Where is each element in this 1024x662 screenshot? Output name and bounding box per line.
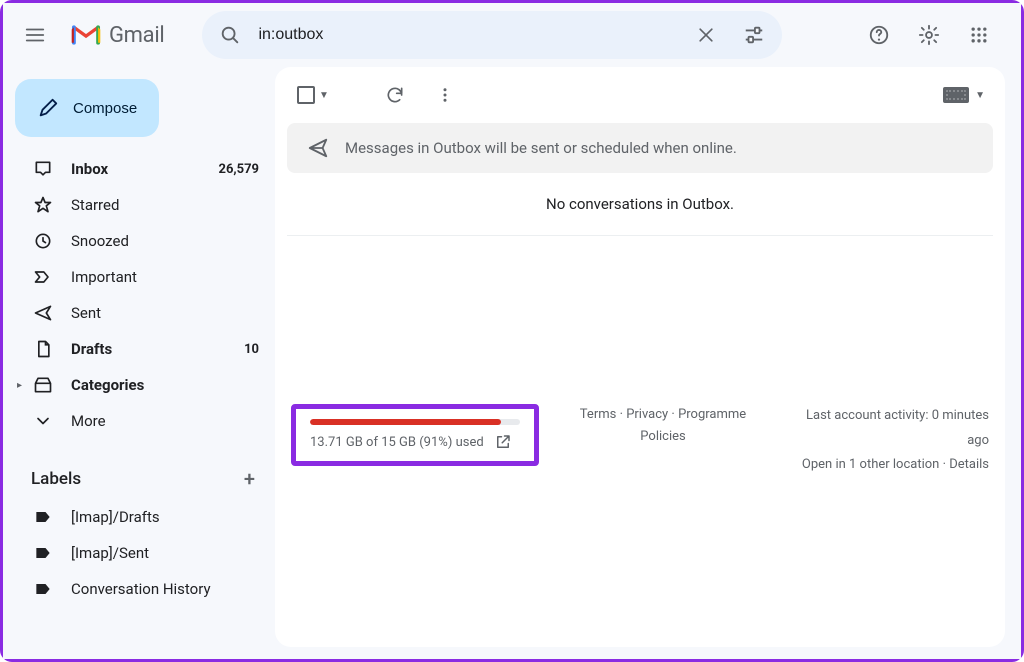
close-icon [696, 25, 716, 45]
chevron-down-icon: ▼ [975, 90, 985, 101]
label-text: Conversation History [71, 580, 259, 598]
sidebar: Compose Inbox 26,579 Starred Snoozed Importa… [3, 67, 275, 659]
snooze-icon [33, 231, 53, 251]
app-name: Gmail [109, 23, 164, 48]
label-item[interactable]: [Imap]/Drafts [11, 499, 275, 535]
nav-label: Inbox [71, 160, 201, 178]
checkbox-icon [297, 86, 315, 104]
sidebar-item-starred[interactable]: Starred [11, 187, 275, 223]
nav-label: Sent [71, 304, 241, 322]
search-options-button[interactable] [734, 15, 774, 55]
details-link[interactable]: Details [949, 457, 989, 472]
pencil-icon [37, 97, 59, 119]
header-actions [857, 13, 1013, 57]
sidebar-item-sent[interactable]: Sent [11, 295, 275, 331]
add-label-button[interactable]: + [244, 467, 255, 491]
labels-list: [Imap]/Drafts [Imap]/Sent Conversation His… [11, 499, 275, 607]
apps-button[interactable] [957, 13, 1001, 57]
banner-text: Messages in Outbox will be sent or sched… [345, 139, 737, 157]
sidebar-item-snoozed[interactable]: Snoozed [11, 223, 275, 259]
nav-list: Inbox 26,579 Starred Snoozed Important Sent Dr… [11, 151, 275, 439]
star-icon [33, 195, 53, 215]
drafts-icon [33, 339, 53, 359]
main: ▼ ▼ [275, 67, 1021, 659]
label-item[interactable]: Conversation History [11, 571, 275, 607]
support-button[interactable] [857, 13, 901, 57]
sidebar-item-categories[interactable]: Categories [11, 367, 275, 403]
gmail-logo[interactable]: Gmail [67, 23, 194, 48]
activity-info: Last account activity: 0 minutes ago Ope… [787, 404, 989, 478]
label-icon [33, 507, 53, 527]
clear-search-button[interactable] [686, 15, 726, 55]
footer-links: Terms · Privacy · Programme Policies [563, 404, 763, 448]
toolbar: ▼ ▼ [275, 67, 1005, 123]
open-in-new-icon[interactable] [494, 433, 512, 451]
nav-label: Starred [71, 196, 241, 214]
more-icon [33, 411, 53, 431]
categories-icon [33, 375, 53, 395]
hamburger-icon [24, 24, 46, 46]
send-outline-icon [307, 137, 329, 159]
sidebar-item-important[interactable]: Important [11, 259, 275, 295]
header: Gmail [3, 3, 1021, 67]
nav-label: Important [71, 268, 241, 286]
terms-link[interactable]: Terms [580, 407, 617, 422]
tune-icon [743, 24, 765, 46]
storage-highlight-box: 13.71 GB of 15 GB (91%) used [291, 404, 539, 466]
sidebar-item-inbox[interactable]: Inbox 26,579 [11, 151, 275, 187]
inbox-icon [33, 159, 53, 179]
settings-button[interactable] [907, 13, 951, 57]
sent-icon [33, 303, 53, 323]
input-tools-button[interactable]: ▼ [939, 75, 989, 115]
keyboard-icon [943, 87, 969, 103]
nav-count: 10 [244, 342, 259, 357]
nav-label: Drafts [71, 340, 226, 358]
nav-label: Categories [71, 376, 241, 394]
search-input[interactable] [258, 26, 678, 44]
refresh-button[interactable] [375, 75, 415, 115]
empty-message: No conversations in Outbox. [287, 177, 993, 236]
refresh-icon [385, 85, 405, 105]
gear-icon [918, 24, 940, 46]
nav-count: 26,579 [219, 162, 260, 177]
labels-title: Labels [31, 469, 81, 489]
storage-progress [310, 419, 520, 425]
gmail-logo-icon [71, 24, 101, 46]
label-item[interactable]: [Imap]/Sent [11, 535, 275, 571]
labels-header: Labels + [11, 439, 275, 499]
main-menu-button[interactable] [11, 11, 59, 59]
compose-label: Compose [73, 100, 137, 117]
storage-progress-fill [310, 419, 501, 425]
sidebar-item-drafts[interactable]: Drafts 10 [11, 331, 275, 367]
apps-icon [969, 25, 989, 45]
more-actions-button[interactable] [425, 75, 465, 115]
outbox-banner: Messages in Outbox will be sent or sched… [287, 123, 993, 173]
open-locations-link[interactable]: Open in 1 other location [802, 457, 939, 472]
sidebar-item-more[interactable]: More [11, 403, 275, 439]
compose-button[interactable]: Compose [15, 79, 159, 137]
help-icon [868, 24, 890, 46]
footer: 13.71 GB of 15 GB (91%) used Terms · Pri… [275, 236, 1005, 488]
more-vert-icon [436, 86, 454, 104]
search-icon [219, 24, 241, 46]
search-button[interactable] [210, 15, 250, 55]
storage-text: 13.71 GB of 15 GB (91%) used [310, 435, 484, 450]
activity-line1: Last account activity: 0 minutes ago [787, 404, 989, 453]
label-icon [33, 543, 53, 563]
privacy-link[interactable]: Privacy [626, 407, 668, 422]
important-icon [33, 267, 53, 287]
label-icon [33, 579, 53, 599]
label-text: [Imap]/Drafts [71, 508, 259, 526]
nav-label: More [71, 412, 241, 430]
search-bar [202, 11, 782, 59]
nav-label: Snoozed [71, 232, 241, 250]
select-all-checkbox[interactable]: ▼ [291, 80, 335, 110]
label-text: [Imap]/Sent [71, 544, 259, 562]
chevron-down-icon: ▼ [319, 90, 329, 101]
